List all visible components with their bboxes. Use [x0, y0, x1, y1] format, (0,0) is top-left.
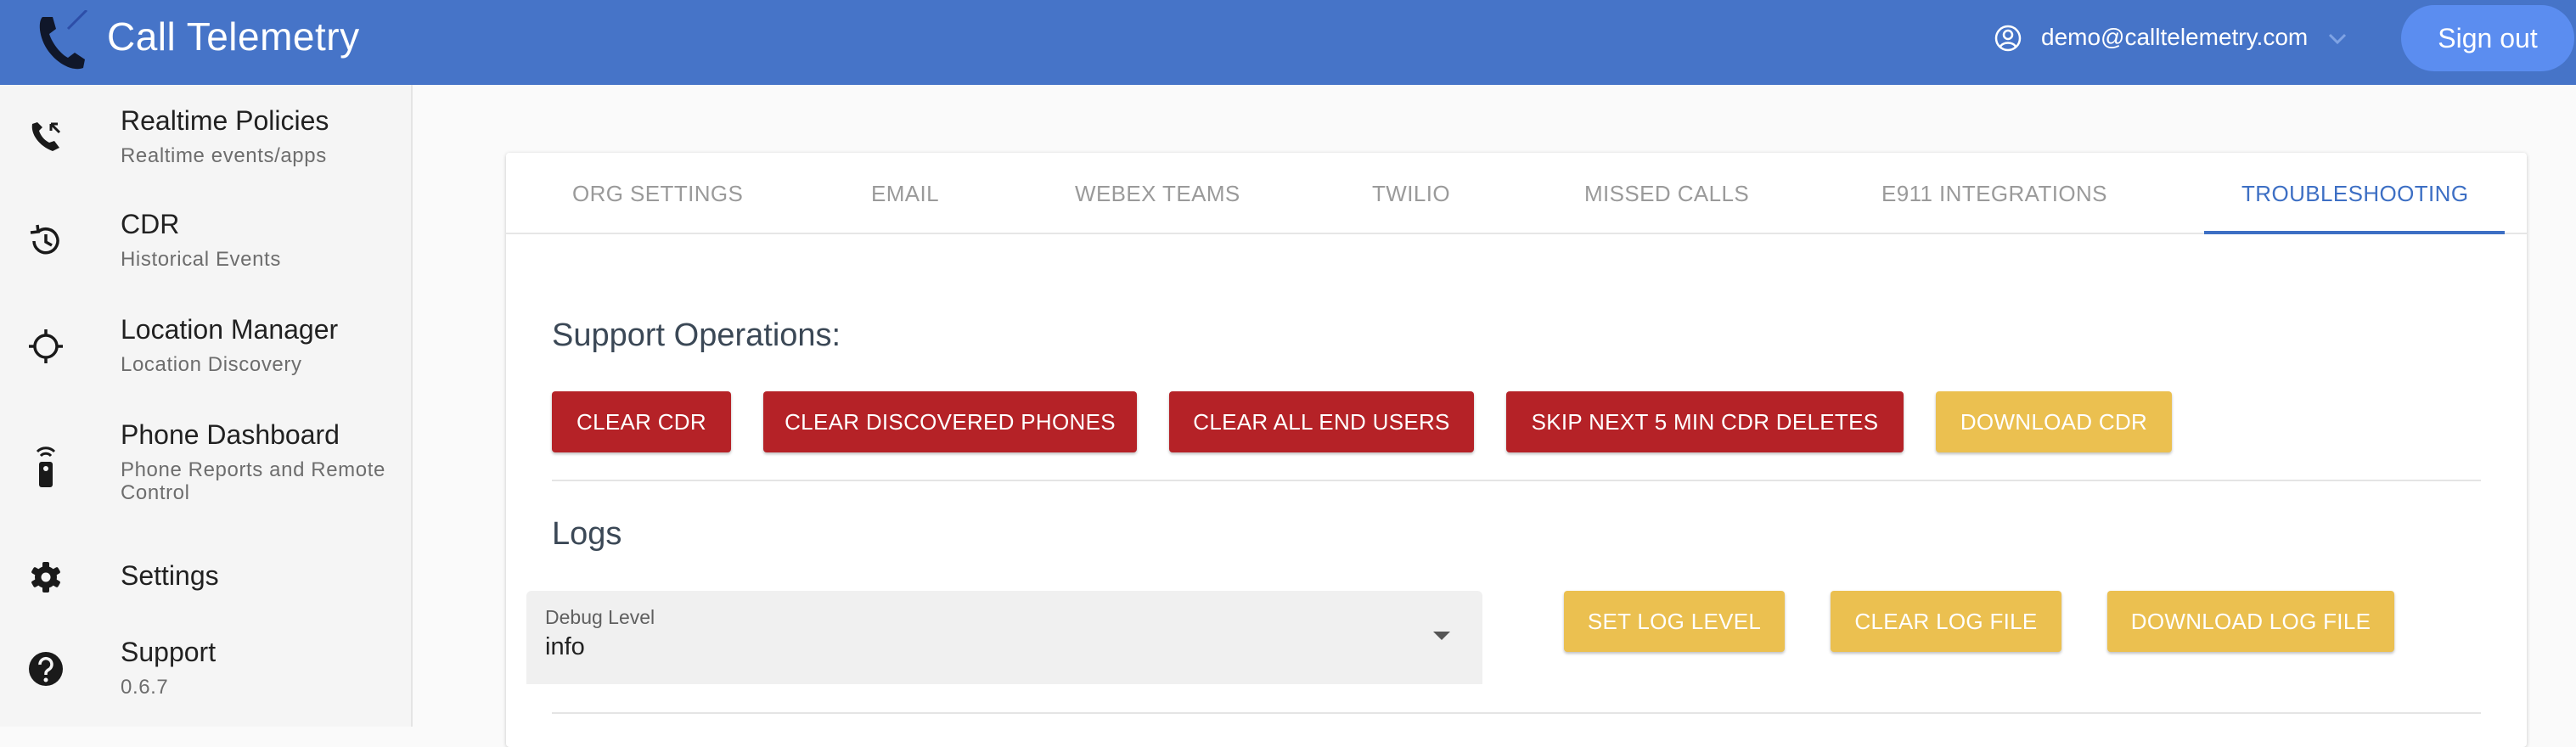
help-icon	[29, 652, 63, 686]
download-cdr-button[interactable]: DOWNLOAD CDR	[1936, 391, 2172, 452]
tab-webex-teams[interactable]: WEBEX TEAMS	[1075, 153, 1240, 234]
phone-callback-icon	[31, 122, 61, 151]
tab-troubleshooting[interactable]: TROUBLESHOOTING	[2241, 153, 2468, 234]
chevron-down-icon[interactable]	[2325, 31, 2350, 48]
debug-level-select[interactable]: Debug Level info	[526, 591, 1482, 684]
debug-level-label: Debug Level	[545, 606, 655, 628]
debug-level-value: info	[545, 633, 585, 660]
gear-icon	[31, 562, 60, 593]
support-operations-heading: Support Operations:	[552, 317, 841, 353]
sidebar: Realtime Policies Realtime events/apps C…	[0, 85, 413, 727]
section-divider	[552, 712, 2481, 714]
skip-cdr-deletes-button[interactable]: SKIP NEXT 5 MIN CDR DELETES	[1506, 391, 1904, 452]
sidebar-item-support[interactable]: Support 0.6.7	[0, 618, 411, 727]
tab-email[interactable]: EMAIL	[871, 153, 939, 234]
active-tab-indicator	[2204, 231, 2505, 234]
account-circle-icon[interactable]	[1994, 24, 2022, 53]
location-crosshair-icon	[29, 329, 63, 363]
history-icon	[30, 224, 59, 255]
sidebar-item-title: Support	[121, 637, 217, 667]
sidebar-item-settings[interactable]: Settings	[0, 548, 411, 618]
dropdown-arrow-icon[interactable]	[1433, 632, 1450, 640]
sign-out-button[interactable]: Sign out	[2401, 5, 2574, 71]
tab-bar: ORG SETTINGS EMAIL WEBEX TEAMS TWILIO MI…	[506, 153, 2527, 234]
download-log-file-button[interactable]: DOWNLOAD LOG FILE	[2107, 591, 2394, 652]
tab-missed-calls[interactable]: MISSED CALLS	[1584, 153, 1749, 234]
tab-org-settings[interactable]: ORG SETTINGS	[572, 153, 743, 234]
set-log-level-button[interactable]: SET LOG LEVEL	[1564, 591, 1785, 652]
sidebar-item-title: Phone Dashboard	[121, 419, 340, 450]
logs-heading: Logs	[552, 516, 622, 552]
tab-e911-integrations[interactable]: E911 INTEGRATIONS	[1881, 153, 2107, 234]
clear-all-end-users-button[interactable]: CLEAR ALL END USERS	[1169, 391, 1474, 452]
user-email[interactable]: demo@calltelemetry.com	[2041, 19, 2308, 56]
sidebar-item-cdr[interactable]: CDR Historical Events	[0, 188, 411, 294]
phone-logo-icon[interactable]	[34, 10, 88, 75]
sidebar-item-subtitle: 0.6.7	[121, 676, 169, 699]
app-header: Call Telemetry demo@calltelemetry.com Si…	[0, 0, 2576, 85]
app-title[interactable]: Call Telemetry	[107, 0, 360, 73]
sidebar-item-subtitle: Historical Events	[121, 248, 281, 271]
sidebar-item-phone-dashboard[interactable]: Phone Dashboard Phone Reports and Remote…	[0, 399, 411, 548]
sidebar-item-title: Realtime Policies	[121, 105, 329, 136]
tab-twilio[interactable]: TWILIO	[1372, 153, 1450, 234]
clear-cdr-button[interactable]: CLEAR CDR	[552, 391, 731, 452]
sidebar-item-subtitle: Phone Reports and Remote Control	[121, 458, 385, 504]
sidebar-item-title: CDR	[121, 209, 180, 239]
sidebar-item-title: Location Manager	[121, 314, 339, 345]
sidebar-item-location-manager[interactable]: Location Manager Location Discovery	[0, 294, 411, 399]
sidebar-item-subtitle: Realtime events/apps	[121, 144, 327, 167]
section-divider	[552, 480, 2481, 481]
clear-log-file-button[interactable]: CLEAR LOG FILE	[1831, 591, 2061, 652]
remote-phone-icon	[36, 447, 56, 487]
clear-discovered-phones-button[interactable]: CLEAR DISCOVERED PHONES	[763, 391, 1137, 452]
sidebar-item-realtime-policies[interactable]: Realtime Policies Realtime events/apps	[0, 85, 411, 188]
sidebar-item-title: Settings	[121, 560, 219, 591]
sidebar-item-subtitle: Location Discovery	[121, 353, 302, 376]
